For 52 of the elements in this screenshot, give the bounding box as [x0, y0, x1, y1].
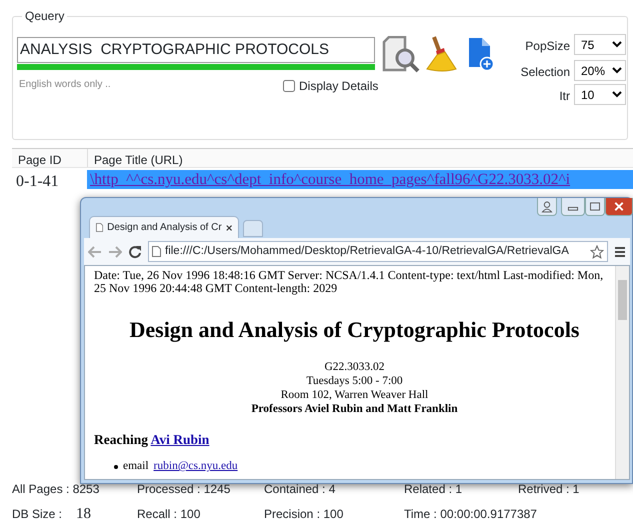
- stat-text: Processed : 1245: [137, 481, 230, 498]
- menu-icon[interactable]: [614, 246, 626, 258]
- column-header: Page ID: [12, 149, 88, 167]
- page-icon: [96, 222, 104, 233]
- stat-text: Precision : 100: [264, 506, 344, 523]
- user-icon[interactable]: [537, 198, 557, 216]
- page-text: email: [123, 459, 149, 474]
- header-text: Date: Tue, 26 Nov 1996 18:48:16 GMT Server: NCSA/1.4.1 Content-type: text/html Last-modified: Mon, 25 Nov 1996 20:44:48 GMT Content-length: 2029: [94, 269, 604, 295]
- display-details-checkbox[interactable]: [283, 80, 295, 92]
- minimize-icon[interactable]: [561, 198, 585, 216]
- browser-tab[interactable]: Design and Analysis of Cr: [89, 216, 239, 238]
- stat-text: Recall : 100: [137, 506, 200, 523]
- checkbox-label: Display Details: [299, 78, 378, 95]
- page-heading: Design and Analysis of Cryptographic Protocols: [128, 316, 580, 344]
- option-label: Selection: [520, 64, 570, 81]
- option-dropdown[interactable]: 75: [574, 34, 626, 55]
- reload-icon[interactable]: [128, 244, 142, 258]
- stat-text: Related : 1: [404, 481, 462, 498]
- tab-title: Design and Analysis of Cr: [107, 221, 222, 235]
- scrollbar[interactable]: [615, 266, 629, 479]
- address-text: file:///C:/Users/Mohammed/Desktop/RetrievalGA-4-10/RetrievalGA/RetrievalGA: [165, 244, 569, 259]
- section-heading: Reaching: [94, 432, 148, 447]
- table-cell-text: 0-1-41: [16, 172, 59, 192]
- column-header: Page Title (URL): [93, 152, 184, 167]
- address-bar[interactable]: file:///C:/Users/Mohammed/Desktop/RetrievalGA-4-10/RetrievalGA/RetrievalGA: [148, 241, 608, 262]
- stat-value: 18: [76, 506, 92, 522]
- stat-text: All Pages : 8253: [12, 481, 100, 498]
- stat-label: DB Size :: [12, 507, 62, 521]
- star-icon[interactable]: [590, 244, 604, 258]
- maximize-icon[interactable]: [585, 198, 605, 216]
- page-text: G22.3033.02: [323, 360, 386, 374]
- page-icon: [152, 246, 161, 257]
- hint-text: English words only ..: [19, 78, 111, 92]
- query-field[interactable]: ANALYSIS CRYPTOGRAPHIC PROTOCOLS: [17, 37, 375, 63]
- option-dropdown[interactable]: 10: [574, 84, 626, 105]
- scrollbar-thumb[interactable]: [618, 280, 627, 320]
- broom-icon[interactable]: [425, 35, 457, 73]
- page-text: Tuesdays 5:00 - 7:00: [305, 374, 404, 388]
- stat-text: Contained : 4: [264, 481, 336, 498]
- option-label: PopSize: [524, 38, 570, 55]
- page-link[interactable]: Avi Rubin: [150, 432, 210, 447]
- add-document-icon[interactable]: [468, 37, 494, 71]
- close-icon[interactable]: [226, 224, 232, 232]
- page-link[interactable]: rubin@cs.nyu.edu: [154, 458, 238, 476]
- bullet-icon: [114, 464, 118, 469]
- option-dropdown[interactable]: 20%: [574, 60, 626, 81]
- page-text: Room 102, Warren Weaver Hall: [280, 388, 430, 402]
- page-text: Professors Aviel Rubin and Matt Franklin: [250, 402, 459, 416]
- stat-text: Retrived : 1: [518, 481, 580, 498]
- search-icon[interactable]: [381, 36, 421, 74]
- stat-text: Time : 00:00:00.9177387: [404, 506, 537, 523]
- option-label: Itr: [558, 88, 570, 105]
